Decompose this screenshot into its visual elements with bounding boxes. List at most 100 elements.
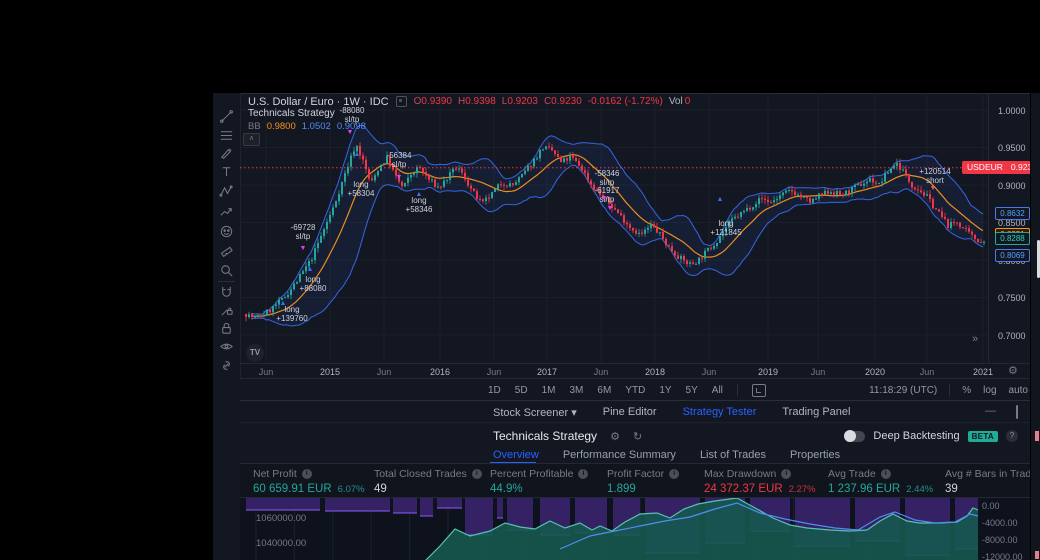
strategy-legend[interactable]: Technicals Strategy: [248, 108, 335, 119]
main-price-chart[interactable]: [240, 93, 1030, 363]
bb-value-1: 0.9800: [267, 121, 296, 132]
price-tick: 0.7500: [998, 293, 1026, 303]
trade-marker[interactable]: +120514 short: [919, 168, 950, 185]
panel-tab-strategy-tester[interactable]: Strategy Tester: [683, 406, 757, 418]
price-tick: 0.7000: [998, 331, 1026, 341]
help-icon[interactable]: ?: [1006, 430, 1018, 442]
timeframe-3m[interactable]: 3M: [570, 385, 584, 396]
forecast-icon[interactable]: [218, 203, 235, 220]
lock-icon[interactable]: [218, 320, 235, 337]
time-tick: 2018: [645, 367, 665, 377]
panel-tab-trading-panel[interactable]: Trading Panel: [782, 406, 850, 418]
timeframe-1m[interactable]: 1M: [542, 385, 556, 396]
metric-label: Total Closed Tradesi: [374, 468, 482, 480]
metric-value: 60 659.91 EUR6.07%: [253, 483, 365, 495]
timeframe-5d[interactable]: 5D: [515, 385, 528, 396]
timeframe-ytd[interactable]: YTD: [625, 385, 645, 396]
ohlc-c: C0.9230: [544, 96, 582, 107]
entry-arrow-icon: ▲: [717, 196, 724, 203]
trade-marker[interactable]: long +58304: [348, 181, 375, 198]
right-panel-sliver: [1030, 93, 1040, 560]
instrument-flag-icon[interactable]: [396, 96, 407, 107]
metric-percent-profitable: Percent Profitablei44.9%: [490, 468, 588, 495]
trade-marker[interactable]: -56384 sl/tp: [387, 152, 412, 169]
zoom-icon[interactable]: [218, 262, 235, 279]
panel-tab-stock-screener[interactable]: Stock Screener ▾: [493, 406, 577, 419]
equity-axis-label: 1040000.00: [256, 538, 306, 549]
exit-arrow-icon: ▼: [396, 174, 403, 181]
timeframe-1y[interactable]: 1Y: [659, 385, 671, 396]
metric-label: Avg # Bars in Tradesi: [945, 468, 1040, 480]
scale-mode-%[interactable]: %: [962, 385, 971, 396]
metric-label: Net Profiti: [253, 468, 365, 480]
trade-marker[interactable]: long +139760: [276, 306, 307, 323]
ohlc-values: O0.9390H0.9398L0.9203C0.9230-0.0162 (-1.…: [414, 96, 691, 107]
info-icon[interactable]: i: [881, 469, 891, 479]
time-tick: Jun: [259, 367, 274, 377]
trade-marker[interactable]: long +58346: [406, 197, 433, 214]
subtab-overview[interactable]: Overview: [493, 449, 539, 463]
trend-line-icon[interactable]: [218, 108, 235, 125]
info-icon[interactable]: i: [472, 469, 482, 479]
drawdown-axis-label: 0.00: [982, 501, 1000, 511]
scale-mode-auto[interactable]: auto: [1009, 385, 1028, 396]
exit-arrow-icon: ▼: [930, 185, 937, 192]
strategy-title: Technicals Strategy: [493, 429, 597, 443]
trade-marker[interactable]: long +121845: [710, 220, 741, 237]
trade-marker[interactable]: -69728 sl/tp: [291, 224, 316, 241]
link-icon[interactable]: [218, 357, 235, 374]
magnet-icon[interactable]: [218, 283, 235, 300]
trade-marker[interactable]: long +88080: [300, 276, 327, 293]
emoji-icon[interactable]: [218, 223, 235, 240]
price-level-tag: 0.8069: [995, 249, 1030, 262]
info-icon[interactable]: i: [302, 469, 312, 479]
time-tick: Jun: [377, 367, 392, 377]
text-icon[interactable]: [218, 163, 235, 180]
minimize-panel-icon[interactable]: —: [985, 406, 996, 417]
subtab-properties[interactable]: Properties: [790, 449, 840, 463]
price-tick: 0.9500: [998, 143, 1026, 153]
info-icon[interactable]: i: [578, 469, 588, 479]
drawing-toolbar: [213, 93, 241, 560]
info-icon[interactable]: i: [781, 469, 791, 479]
equity-chart-pane[interactable]: 1060000.001040000.000.00-4000.00-8000.00…: [240, 498, 1040, 560]
divider: [949, 384, 950, 396]
strategy-settings-gear-icon[interactable]: ⚙: [610, 430, 620, 443]
trade-marker[interactable]: -88080 sl/tp: [340, 107, 365, 124]
divider: [737, 384, 738, 396]
maximize-panel-icon[interactable]: [1016, 407, 1018, 418]
beta-badge: BETA: [968, 431, 998, 442]
drawdown-axis-label: -12000.00: [982, 552, 1023, 560]
panel-tab-pine-editor[interactable]: Pine Editor: [603, 406, 657, 418]
timeframe-5y[interactable]: 5Y: [686, 385, 698, 396]
scale-collapse-icon[interactable]: »: [972, 333, 978, 345]
brush-icon[interactable]: [218, 145, 235, 162]
axis-settings-gear-icon[interactable]: ⚙: [1008, 364, 1018, 377]
time-axis[interactable]: Jun2015Jun2016Jun2017Jun2018Jun2019Jun20…: [240, 363, 1030, 379]
fib-retracement-icon[interactable]: [218, 127, 235, 144]
deep-backtesting-toggle[interactable]: [844, 431, 865, 442]
screen: U.S. Dollar / Euro · 1W · IDC O0.9390H0.…: [0, 0, 1040, 560]
metric-value: 1.899: [607, 483, 679, 495]
info-icon[interactable]: i: [669, 469, 679, 479]
subtab-performance-summary[interactable]: Performance Summary: [563, 449, 676, 463]
timeframe-1d[interactable]: 1D: [488, 385, 501, 396]
tradingview-logo[interactable]: TV: [246, 344, 264, 362]
measure-icon[interactable]: [218, 243, 235, 260]
legend-collapse-button[interactable]: ∧: [243, 133, 260, 146]
clock[interactable]: 11:18:29 (UTC): [869, 385, 937, 396]
go-to-date-icon[interactable]: [752, 384, 766, 397]
ohlc-o: O0.9390: [414, 96, 452, 107]
scale-mode-log[interactable]: log: [983, 385, 996, 396]
xabcd-pattern-icon[interactable]: [218, 183, 235, 200]
subtab-list-of-trades[interactable]: List of Trades: [700, 449, 766, 463]
exit-arrow-icon: ▼: [300, 245, 307, 252]
hide-drawings-icon[interactable]: [218, 338, 235, 355]
strategy-refresh-icon[interactable]: ↻: [633, 430, 642, 443]
toolbar-separator: [218, 281, 235, 282]
timeframe-6m[interactable]: 6M: [597, 385, 611, 396]
draw-lock-icon[interactable]: [218, 302, 235, 319]
timeframe-all[interactable]: All: [712, 385, 723, 396]
time-tick: Jun: [920, 367, 935, 377]
symbol-title[interactable]: U.S. Dollar / Euro · 1W · IDC: [248, 96, 389, 108]
